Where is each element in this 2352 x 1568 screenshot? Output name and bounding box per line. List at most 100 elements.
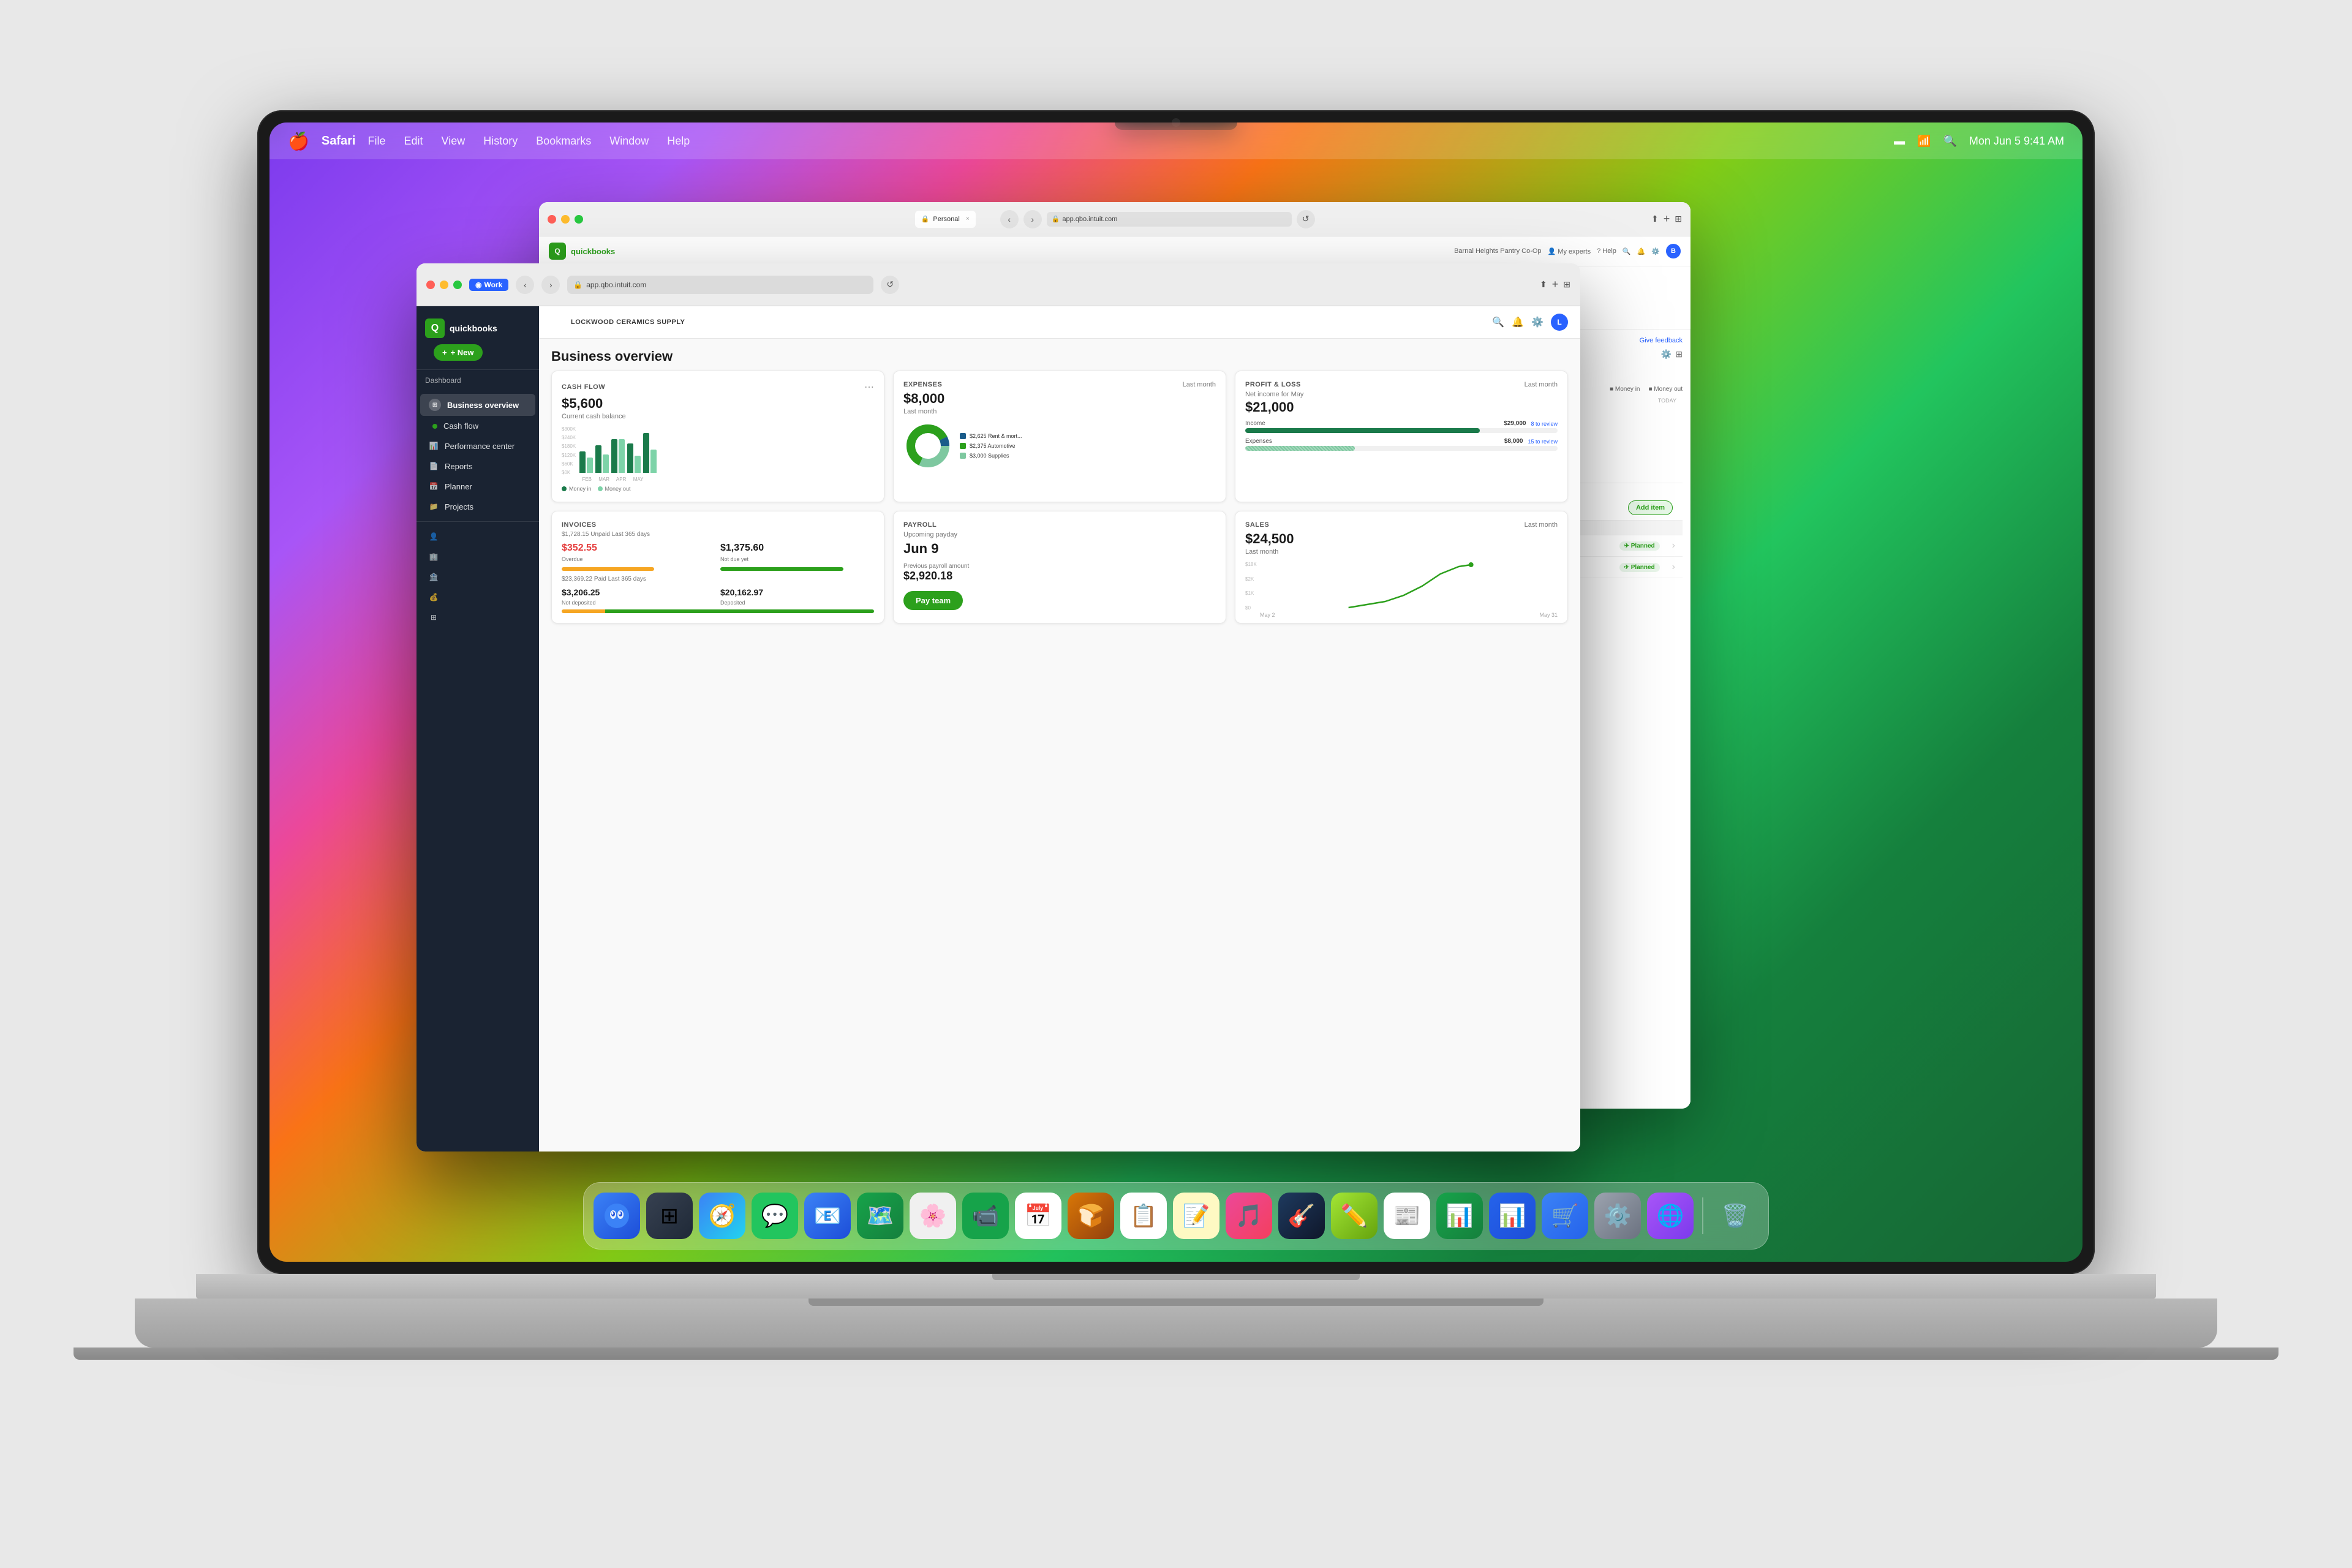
dock-launchpad[interactable]: ⊞ xyxy=(646,1193,693,1239)
pay-team-btn[interactable]: Pay team xyxy=(903,591,963,610)
sidebar-item-planner[interactable]: 📅 Planner xyxy=(420,477,535,496)
safari-menu[interactable]: Safari xyxy=(322,134,356,148)
maximize-btn-back[interactable] xyxy=(575,215,583,224)
menu-view[interactable]: View xyxy=(442,135,466,148)
overdue-label: Overdue xyxy=(562,556,715,562)
dock-freeform[interactable]: ✏️ xyxy=(1331,1193,1378,1239)
menu-window[interactable]: Window xyxy=(609,135,649,148)
sidebar-item-cashflow[interactable]: Cash flow xyxy=(420,417,535,435)
reload-btn-back[interactable]: ↺ xyxy=(1297,210,1315,228)
pl-expenses-review[interactable]: 15 to review xyxy=(1528,439,1558,445)
settings-btn-back[interactable]: ⚙️ xyxy=(1651,247,1660,255)
cashflow-menu-icon[interactable]: ⋯ xyxy=(864,381,874,393)
dock-maps[interactable]: 🗺️ xyxy=(857,1193,903,1239)
add-tab-btn-front[interactable]: + xyxy=(1552,278,1559,291)
dock-systemprefs[interactable]: ⚙️ xyxy=(1594,1193,1641,1239)
back-btn-front[interactable]: ‹ xyxy=(516,276,534,294)
sidebar-item-performance[interactable]: 📊 Performance center xyxy=(420,436,535,456)
settings-icon-planner[interactable]: ⚙️ xyxy=(1661,349,1672,360)
help-btn-back[interactable]: ? Help xyxy=(1597,247,1616,255)
urlbar-front[interactable]: 🔒 app.qbo.intuit.com xyxy=(567,276,873,294)
add-tab-btn-back[interactable]: + xyxy=(1664,213,1670,225)
forward-btn-front[interactable]: › xyxy=(541,276,560,294)
donut-svg xyxy=(903,421,952,470)
user-avatar[interactable]: L xyxy=(1551,314,1568,331)
dock-keynote[interactable]: 📊 xyxy=(1489,1193,1536,1239)
expand-icon-planner[interactable]: ⊞ xyxy=(1675,349,1683,360)
dock-notes[interactable]: 📝 xyxy=(1173,1193,1219,1239)
maximize-btn-front[interactable] xyxy=(453,281,462,289)
qb-new-btn[interactable]: + + New xyxy=(434,344,483,361)
add-item-btn[interactable]: Add item xyxy=(1628,500,1673,515)
tab-close[interactable]: × xyxy=(966,216,970,222)
dock-news[interactable]: 📰 xyxy=(1384,1193,1430,1239)
expenses-donut: $2,625 Rent & mort... $2,375 Automotive xyxy=(903,421,1216,470)
urlbar-back[interactable]: 🔒 app.qbo.intuit.com xyxy=(1047,212,1292,227)
safari-tab-back[interactable]: 🔒 Personal × xyxy=(915,211,976,228)
sidebar-item-payroll[interactable]: 💰 xyxy=(420,587,535,607)
close-btn-front[interactable] xyxy=(426,281,435,289)
invoices-card: INVOICES $1,728.15 Unpaid Last 365 days … xyxy=(551,511,884,624)
dock-siri[interactable]: 🌐 xyxy=(1647,1193,1694,1239)
forward-btn[interactable]: › xyxy=(1023,210,1042,228)
reload-btn-front[interactable]: ↺ xyxy=(881,276,899,294)
search-btn-back[interactable]: 🔍 xyxy=(1623,247,1631,255)
notif-btn-back[interactable]: 🔔 xyxy=(1637,247,1646,255)
legend-money-out-cf: Money out xyxy=(605,486,631,492)
dock-facetime[interactable]: 📹 xyxy=(962,1193,1009,1239)
dock-finder[interactable] xyxy=(594,1193,640,1239)
sidebar-item-banking[interactable]: 🏦 xyxy=(420,567,535,587)
sidebar-item-vendors[interactable]: 🏢 xyxy=(420,547,535,567)
my-experts-btn[interactable]: 👤 My experts xyxy=(1548,247,1591,255)
dock-numbers[interactable]: 📊 xyxy=(1436,1193,1483,1239)
macbook-base xyxy=(135,1298,2217,1348)
dock-mail[interactable]: 📧 xyxy=(804,1193,851,1239)
dock-messages[interactable]: 💬 xyxy=(752,1193,798,1239)
dock-safari[interactable]: 🧭 xyxy=(699,1193,745,1239)
menu-history[interactable]: History xyxy=(483,135,518,148)
search-icon[interactable]: 🔍 xyxy=(1943,135,1956,148)
dock-calendar[interactable]: 📅 xyxy=(1015,1193,1061,1239)
share-icon-back[interactable]: ⬆ xyxy=(1651,214,1659,224)
dock-garageband[interactable]: 🎸 xyxy=(1278,1193,1325,1239)
dock-photos[interactable]: 🌸 xyxy=(910,1193,956,1239)
payroll-date: Jun 9 xyxy=(903,541,1216,557)
header-notif-icon[interactable]: 🔔 xyxy=(1512,316,1524,328)
back-btn[interactable]: ‹ xyxy=(1000,210,1019,228)
dock-appstore[interactable]: 🛒 xyxy=(1542,1193,1588,1239)
dock-bread[interactable]: 🍞 xyxy=(1068,1193,1114,1239)
close-btn-back[interactable] xyxy=(548,215,556,224)
work-button[interactable]: ◉ Work xyxy=(469,279,508,291)
traffic-lights-back xyxy=(548,215,583,224)
dock-reminders[interactable]: 📋 xyxy=(1120,1193,1167,1239)
sidebar-item-apps[interactable]: ⊞ xyxy=(420,608,535,627)
sidebar-btn-front[interactable]: ⊞ xyxy=(1563,279,1570,290)
apple-menu[interactable]: 🍎 xyxy=(288,131,309,151)
pl-income-review[interactable]: 8 to review xyxy=(1531,421,1558,427)
menu-help[interactable]: Help xyxy=(667,135,690,148)
minimize-btn-front[interactable] xyxy=(440,281,448,289)
share-icon-front[interactable]: ⬆ xyxy=(1540,279,1547,290)
header-search-icon[interactable]: 🔍 xyxy=(1492,316,1504,328)
sidebar-item-reports[interactable]: 📄 Reports xyxy=(420,456,535,476)
pl-income-section: Income $29,000 8 to review xyxy=(1245,420,1558,451)
menu-file[interactable]: File xyxy=(368,135,385,148)
menu-bookmarks[interactable]: Bookmarks xyxy=(536,135,591,148)
menu-edit[interactable]: Edit xyxy=(404,135,423,148)
row-expand-1[interactable]: › xyxy=(1672,540,1675,551)
hamburger-menu[interactable] xyxy=(551,316,566,328)
macbook-screen: 🍎 Safari File Edit View History Bookmark… xyxy=(270,123,2082,1262)
minimize-btn-back[interactable] xyxy=(561,215,570,224)
dashboard-label[interactable]: Dashboard xyxy=(425,376,461,385)
sales-line-svg xyxy=(1262,562,1558,611)
sidebar-item-projects[interactable]: 📁 Projects xyxy=(420,497,535,516)
dock-itunes[interactable]: 🎵 xyxy=(1226,1193,1272,1239)
give-feedback-btn[interactable]: Give feedback xyxy=(1640,337,1683,344)
dock-trash[interactable]: 🗑️ xyxy=(1712,1193,1758,1239)
row-expand-2[interactable]: › xyxy=(1672,562,1675,573)
sidebar-btn-back[interactable]: ⊞ xyxy=(1675,214,1682,224)
sidebar-item-business-overview[interactable]: ⊞ Business overview xyxy=(420,394,535,416)
header-settings-icon[interactable]: ⚙️ xyxy=(1531,316,1544,328)
sidebar-item-customers[interactable]: 👤 xyxy=(420,527,535,546)
avatar-back[interactable]: B xyxy=(1666,244,1681,258)
